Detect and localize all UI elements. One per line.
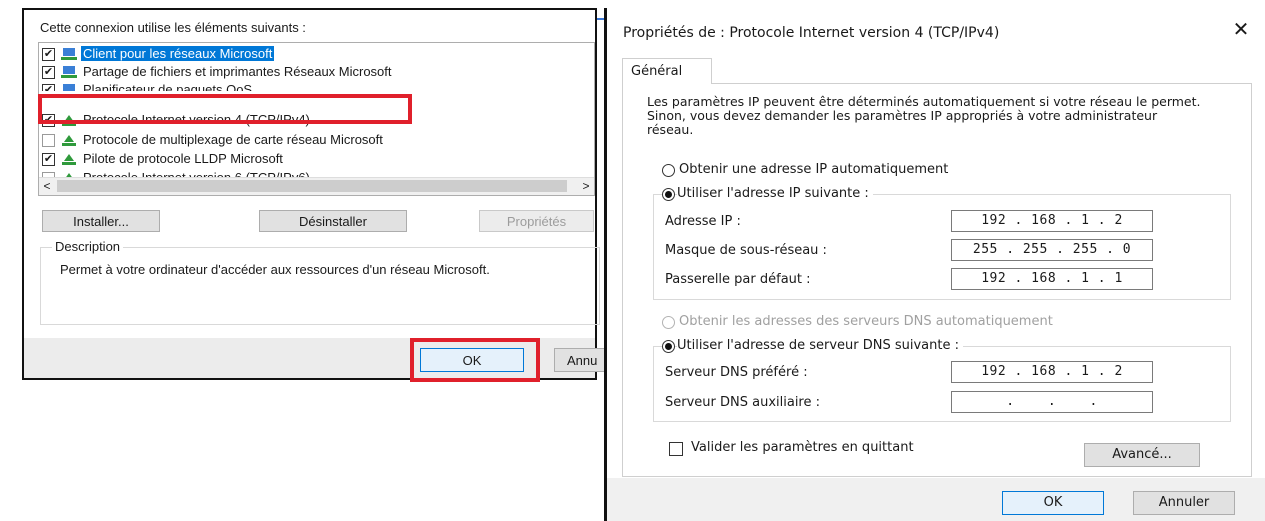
description-text: Permet à votre ordinateur d'accéder aux …: [60, 262, 490, 277]
dialog-title: Propriétés de : Protocole Internet versi…: [623, 25, 1000, 41]
scroll-right-icon[interactable]: >: [578, 178, 594, 195]
gateway-label: Passerelle par défaut :: [665, 272, 811, 287]
ipv4-highlight-box: [38, 94, 412, 124]
ipv4-properties-dialog: Propriétés de : Protocole Internet versi…: [604, 8, 1265, 521]
network-share-icon: [61, 66, 77, 78]
list-item[interactable]: Protocole de multiplexage de carte résea…: [39, 131, 594, 149]
tab-general[interactable]: Général: [622, 58, 712, 84]
checkbox[interactable]: ✔: [42, 84, 55, 91]
protocol-icon: [62, 135, 76, 146]
properties-button[interactable]: Propriétés: [479, 210, 594, 232]
uses-items-label: Cette connexion utilise les éléments sui…: [40, 20, 306, 35]
uninstall-button[interactable]: Désinstaller: [259, 210, 407, 232]
preferred-dns-label: Serveur DNS préféré :: [665, 365, 808, 380]
cancel-button[interactable]: Annuler: [1133, 491, 1235, 515]
protocol-icon: [62, 154, 76, 165]
network-client-icon: [61, 48, 77, 60]
subnet-mask-label: Masque de sous-réseau :: [665, 243, 827, 258]
list-item-label: Partage de fichiers et imprimantes Résea…: [83, 64, 392, 79]
manual-dns-radio[interactable]: [662, 340, 675, 353]
auto-ip-label: Obtenir une adresse IP automatiquement: [679, 162, 949, 177]
list-item-label: Pilote de protocole LLDP Microsoft: [83, 151, 283, 166]
ip-address-label: Adresse IP :: [665, 214, 741, 229]
list-item[interactable]: ✔ Client pour les réseaux Microsoft: [39, 45, 594, 63]
manual-dns-label: Utiliser l'adresse de serveur DNS suivan…: [677, 338, 963, 353]
horizontal-scrollbar[interactable]: < >: [39, 177, 594, 195]
manual-ip-label: Utiliser l'adresse IP suivante :: [677, 186, 873, 201]
description-legend: Description: [52, 239, 124, 254]
validate-label: Valider les paramètres en quittant: [691, 440, 914, 455]
list-item[interactable]: ✔ Planificateur de paquets QoS: [39, 81, 594, 91]
checkbox[interactable]: ✔: [42, 153, 55, 166]
connection-properties-dialog: Cette connexion utilise les éléments sui…: [22, 8, 614, 382]
ok-highlight-box: [410, 338, 540, 382]
scroll-thumb[interactable]: [57, 180, 567, 192]
list-item[interactable]: ✔ Pilote de protocole LLDP Microsoft: [39, 150, 594, 168]
description-group: [40, 247, 600, 325]
scroll-left-icon[interactable]: <: [39, 178, 55, 195]
manual-ip-radio[interactable]: [662, 188, 675, 201]
list-item[interactable]: ✔ Partage de fichiers et imprimantes Rés…: [39, 63, 594, 81]
alternate-dns-label: Serveur DNS auxiliaire :: [665, 395, 821, 410]
ip-address-field[interactable]: 192 . 168 . 1 . 2: [951, 210, 1153, 232]
checkbox[interactable]: ✔: [42, 66, 55, 79]
list-item-label: Planificateur de paquets QoS: [83, 82, 253, 91]
auto-ip-radio[interactable]: [662, 164, 675, 177]
checkbox[interactable]: ✔: [42, 48, 55, 61]
close-icon[interactable]: ✕: [1227, 17, 1255, 42]
list-item-label: Client pour les réseaux Microsoft: [81, 46, 275, 61]
validate-checkbox[interactable]: [669, 442, 683, 456]
network-qos-icon: [63, 84, 75, 91]
subnet-mask-field[interactable]: 255 . 255 . 255 . 0: [951, 239, 1153, 261]
alternate-dns-field[interactable]: . . .: [951, 391, 1153, 413]
gateway-field[interactable]: 192 . 168 . 1 . 1: [951, 268, 1153, 290]
auto-dns-label: Obtenir les adresses des serveurs DNS au…: [679, 314, 1053, 329]
checkbox[interactable]: [42, 134, 55, 147]
ok-button[interactable]: OK: [1002, 491, 1104, 515]
preferred-dns-field[interactable]: 192 . 168 . 1 . 2: [951, 361, 1153, 383]
advanced-button[interactable]: Avancé...: [1084, 443, 1200, 467]
auto-dns-radio[interactable]: [662, 316, 675, 329]
intro-text: Les paramètres IP peuvent être déterminé…: [647, 94, 1201, 137]
install-button[interactable]: Installer...: [42, 210, 160, 232]
list-item-label: Protocole de multiplexage de carte résea…: [83, 132, 383, 147]
